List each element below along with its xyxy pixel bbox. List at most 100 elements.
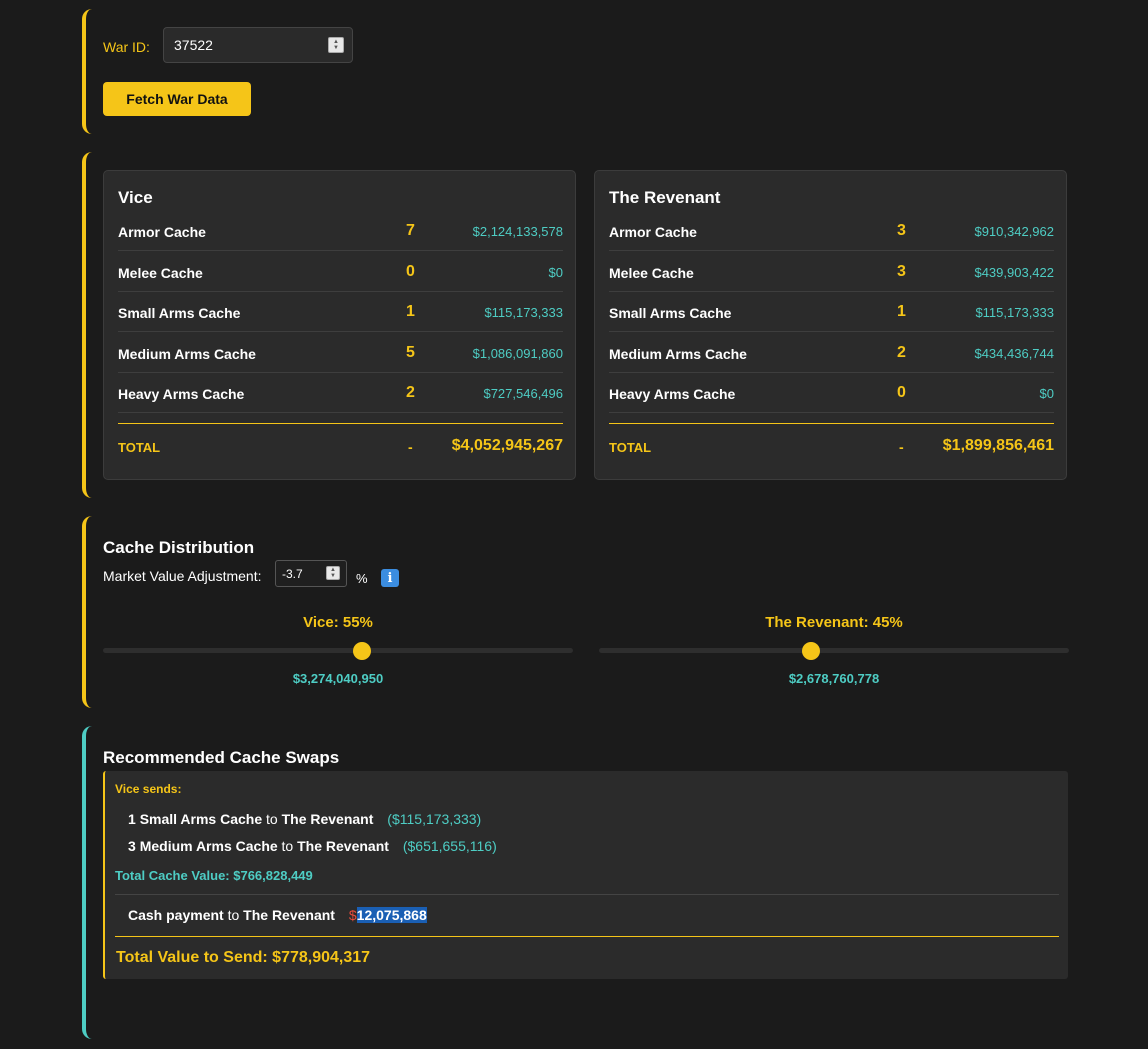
total-row: TOTAL - $4,052,945,267 [118, 423, 563, 463]
stepper-down-icon[interactable]: ▼ [333, 45, 339, 51]
cache-name: Small Arms Cache [118, 305, 241, 321]
cache-row: Small Arms Cache 1 $115,173,333 [118, 292, 563, 332]
swap-item: 3 Medium Arms Cache to The Revenant ($65… [128, 838, 497, 854]
cache-qty: 0 [406, 263, 415, 280]
swap-to: to [281, 838, 294, 854]
slider-thumb[interactable] [352, 642, 371, 660]
slider-vice: Vice: 55% $3,274,040,950 [103, 612, 573, 692]
slider-label: The Revenant: 45% [765, 614, 903, 631]
cache-value: $115,173,333 [975, 305, 1054, 320]
slider-value: $2,678,760,778 [788, 671, 880, 686]
war-id-stepper[interactable]: ▲ ▼ [328, 37, 344, 53]
cache-value: $910,342,962 [974, 224, 1054, 239]
section-title: Recommended Cache Swaps [103, 748, 340, 767]
cache-value: $0 [1039, 386, 1054, 401]
stepper-down-icon[interactable]: ▼ [330, 573, 336, 579]
cache-name: Small Arms Cache [609, 305, 732, 321]
total-qty: - [899, 439, 904, 455]
faction-name: The Revenant [609, 188, 721, 207]
cash-to: to [227, 907, 240, 923]
cache-name: Armor Cache [118, 224, 206, 240]
total-value-to-send: Total Value to Send: $778,904,317 [116, 949, 371, 966]
cache-row: Medium Arms Cache 2 $434,436,744 [609, 333, 1054, 373]
swap-cache: Small Arms Cache [139, 811, 263, 827]
cache-value: $1,086,091,860 [472, 346, 563, 361]
total-cache-value: Total Cache Value: $766,828,449 [115, 868, 313, 883]
cache-name: Armor Cache [609, 224, 697, 240]
swap-cache: Medium Arms Cache [139, 838, 278, 854]
sends-label: Vice sends: [115, 782, 182, 796]
cache-qty: 0 [897, 384, 906, 401]
cache-name: Medium Arms Cache [118, 346, 256, 362]
cache-value: $727,546,496 [483, 386, 563, 401]
slider-track[interactable] [103, 648, 573, 653]
total-qty: - [408, 439, 413, 455]
total-label: TOTAL [609, 440, 652, 455]
swap-recipient: The Revenant [297, 838, 389, 854]
slider-track[interactable] [599, 648, 1069, 653]
faction-summary-section: Vice Armor Cache 7 $2,124,133,578 Melee … [82, 152, 1082, 498]
cache-name: Heavy Arms Cache [118, 386, 245, 402]
cache-distribution-section: Cache Distribution Market Value Adjustme… [82, 516, 1082, 708]
cache-qty: 3 [897, 263, 906, 280]
percent-sign: % [356, 571, 368, 586]
cache-value: $115,173,333 [484, 305, 563, 320]
cash-payment: Cash payment to The Revenant $12,075,868 [128, 907, 427, 923]
cache-row: Melee Cache 3 $439,903,422 [609, 252, 1054, 292]
cash-recipient: The Revenant [243, 907, 335, 923]
cache-row: Heavy Arms Cache 2 $727,546,496 [118, 373, 563, 413]
cache-qty: 1 [406, 303, 415, 320]
swap-qty: 3 [128, 838, 136, 854]
info-icon[interactable]: i [381, 569, 399, 587]
cache-qty: 1 [897, 303, 906, 320]
slider-label: Vice: 55% [303, 614, 373, 631]
war-id-section: War ID: 37522 ▲ ▼ Fetch War Data [82, 9, 1082, 134]
cash-label: Cash payment [128, 907, 224, 923]
swap-qty: 1 [128, 811, 136, 827]
cache-value: $439,903,422 [974, 265, 1054, 280]
slider-thumb[interactable] [801, 642, 820, 660]
cache-value: $2,124,133,578 [472, 224, 563, 239]
cache-qty: 7 [406, 222, 415, 239]
cache-name: Melee Cache [609, 265, 694, 281]
cache-qty: 3 [897, 222, 906, 239]
cache-row: Heavy Arms Cache 0 $0 [609, 373, 1054, 413]
cash-dollar-sign: $ [348, 907, 357, 923]
faction-name: Vice [118, 188, 153, 207]
cash-amount[interactable]: 12,075,868 [356, 907, 427, 923]
cache-value: $0 [548, 265, 563, 280]
cache-row: Armor Cache 7 $2,124,133,578 [118, 211, 563, 251]
faction-card-vice: Vice Armor Cache 7 $2,124,133,578 Melee … [103, 170, 576, 480]
total-value: $1,899,856,461 [942, 437, 1054, 454]
total-divider [115, 936, 1059, 937]
cache-name: Medium Arms Cache [609, 346, 747, 362]
divider [115, 894, 1059, 895]
cache-name: Heavy Arms Cache [609, 386, 736, 402]
cache-name: Melee Cache [118, 265, 203, 281]
cache-row: Medium Arms Cache 5 $1,086,091,860 [118, 333, 563, 373]
war-id-input[interactable]: 37522 [163, 27, 353, 63]
faction-card-revenant: The Revenant Armor Cache 3 $910,342,962 … [594, 170, 1067, 480]
total-value: $4,052,945,267 [451, 437, 563, 454]
swap-amount: ($651,655,116) [402, 838, 497, 854]
war-id-label: War ID: [103, 39, 150, 55]
cache-qty: 2 [897, 344, 906, 361]
swap-box: Vice sends: 1 Small Arms Cache to The Re… [103, 771, 1068, 979]
swap-recipient: The Revenant [281, 811, 374, 827]
slider-value: $3,274,040,950 [292, 671, 384, 686]
swap-to: to [266, 811, 278, 827]
cache-qty: 2 [406, 384, 415, 401]
market-adjustment-stepper[interactable]: ▲ ▼ [326, 566, 340, 580]
section-title: Cache Distribution [103, 538, 255, 557]
total-row: TOTAL - $1,899,856,461 [609, 423, 1054, 463]
cache-qty: 5 [406, 344, 415, 361]
slider-revenant: The Revenant: 45% $2,678,760,778 [599, 612, 1069, 692]
market-adjustment-label: Market Value Adjustment: [103, 568, 262, 584]
cache-swaps-section: Recommended Cache Swaps Vice sends: 1 Sm… [82, 726, 1082, 1039]
cache-row: Melee Cache 0 $0 [118, 252, 563, 292]
fetch-war-data-button[interactable]: Fetch War Data [103, 82, 251, 116]
total-label: TOTAL [118, 440, 161, 455]
swap-amount: ($115,173,333) [387, 811, 482, 827]
cache-row: Armor Cache 3 $910,342,962 [609, 211, 1054, 251]
cache-value: $434,436,744 [974, 346, 1054, 361]
